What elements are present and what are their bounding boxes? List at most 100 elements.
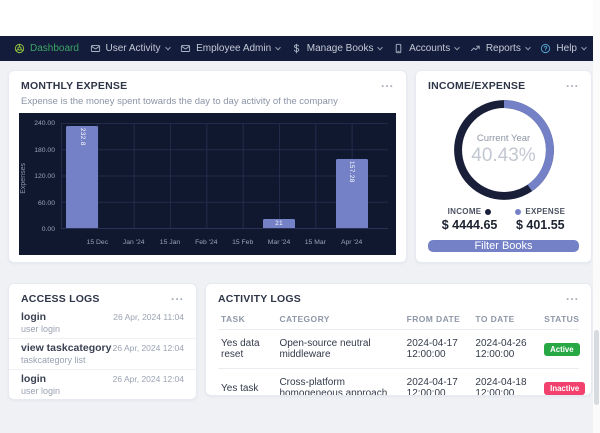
chart-plot-area: 232.8 21 157.28 (61, 123, 388, 229)
income-value: $ 4444.65 (442, 218, 498, 232)
nav-item-reports[interactable]: Reports (470, 43, 530, 54)
expense-bar-chart: Expenses 240.00180.00120.0060.000.00 232… (19, 113, 396, 255)
col-task: TASK (218, 310, 276, 330)
log-detail: user login (21, 386, 184, 396)
log-timestamp: 26 Apr, 2024 12:04 (113, 374, 184, 384)
expense-legend: EXPENSE $ 401.55 (515, 207, 565, 232)
nav-item-manage-books[interactable]: Manage Books (291, 43, 383, 54)
access-log-entry[interactable]: view taskcategory26 Apr, 2024 12:04taskc… (9, 339, 196, 370)
x-axis-labels: 15 DecJan '2415 JanFeb '2415 FebMar '241… (61, 239, 388, 251)
cell-category: Cross-platform homogeneous approach (276, 369, 403, 397)
filter-books-button[interactable]: Filter Books (428, 240, 579, 252)
nav-item-dashboard[interactable]: Dashboard (14, 43, 79, 54)
y-axis-tick: 60.00 (38, 200, 55, 207)
log-timestamp: 26 Apr, 2024 12:04 (113, 343, 184, 353)
card-header: INCOME/EXPENSE ... (416, 71, 591, 95)
x-axis-tick: 15 Feb (232, 239, 253, 246)
access-log-entry[interactable]: login 26 Apr, 2024 12:04 user login (9, 370, 196, 400)
card-header: ACTIVITY LOGS ... (206, 284, 591, 308)
chevron-down-icon (378, 44, 384, 50)
card-menu-button[interactable]: ... (566, 293, 579, 299)
nav-item-label: Help (556, 44, 577, 54)
cell-status: Active (541, 330, 579, 369)
y-axis-tick: 240.00 (34, 120, 55, 127)
bar-value-label: 232.8 (79, 128, 86, 146)
table-row[interactable]: Yes data resetOpen-source neutral middle… (218, 330, 579, 369)
mobile-icon (393, 43, 404, 54)
status-badge: Active (544, 343, 579, 356)
activity-logs-card: ACTIVITY LOGS ... TASK CATEGORY FROM DAT… (205, 283, 592, 396)
bar-apr-24[interactable]: 157.28 (336, 159, 368, 228)
bar-dec-23[interactable]: 232.8 (66, 126, 98, 228)
card-menu-button[interactable]: ... (566, 80, 579, 86)
bar-value-label: 157.28 (348, 161, 355, 183)
table-header-row: TASK CATEGORY FROM DATE TO DATE STATUS (218, 310, 579, 330)
x-axis-tick: Mar '24 (268, 239, 290, 246)
nav-item-user-activity[interactable]: User Activity (90, 43, 170, 54)
chevron-down-icon (165, 44, 171, 50)
col-to-date: TO DATE (472, 310, 541, 330)
nav-item-employee-admin[interactable]: Employee Admin (180, 43, 280, 54)
content-area: MONTHLY EXPENSE ... Expense is the money… (0, 61, 600, 433)
donut-legend: INCOME $ 4444.65 EXPENSE $ 401.55 (416, 207, 591, 232)
col-status: STATUS (541, 310, 579, 330)
nav-item-help[interactable]: Help (540, 43, 586, 54)
income-expense-card: INCOME/EXPENSE ... Current Year 40.43% I… (415, 70, 592, 263)
top-strip (0, 0, 600, 36)
col-category: CATEGORY (276, 310, 403, 330)
y-axis-title: Expenses (20, 163, 27, 194)
access-log-list: login26 Apr, 2024 11:04user loginview ta… (9, 308, 196, 400)
y-axis-labels: 240.00180.00120.0060.000.00 (27, 123, 55, 229)
cell-to-date: 2024-04-26 12:00:00 (472, 330, 541, 369)
nav-items: Dashboard User Activity Employee Admin Mana… (14, 43, 586, 54)
log-action: view taskcategory (21, 342, 111, 354)
income-expense-donut[interactable]: Current Year 40.43% (451, 97, 557, 203)
monthly-expense-title: MONTHLY EXPENSE (21, 80, 127, 92)
bar-mar-24[interactable]: 21 (263, 219, 295, 228)
x-axis-tick: 15 Jan (160, 239, 180, 246)
card-menu-button[interactable]: ... (171, 293, 184, 299)
activity-logs-table: TASK CATEGORY FROM DATE TO DATE STATUS Y… (218, 310, 579, 396)
scrollbar-thumb[interactable] (594, 330, 599, 405)
log-action: login (21, 373, 46, 385)
card-menu-button[interactable]: ... (381, 80, 394, 86)
status-badge: Inactive (544, 382, 585, 395)
income-dot (485, 209, 491, 215)
table-row[interactable]: Yes taskCross-platform homogeneous appro… (218, 369, 579, 397)
monthly-expense-card: MONTHLY EXPENSE ... Expense is the money… (8, 70, 407, 263)
cell-category: Open-source neutral middleware (276, 330, 403, 369)
y-axis-tick: 120.00 (34, 173, 55, 180)
x-axis-tick: Feb '24 (195, 239, 217, 246)
cell-status: Inactive (541, 369, 579, 397)
log-entry-header: view taskcategory26 Apr, 2024 12:04 (21, 342, 184, 354)
expense-dot (515, 209, 521, 215)
chevron-down-icon (525, 44, 531, 50)
card-header: MONTHLY EXPENSE ... (9, 71, 406, 95)
access-log-entry[interactable]: login26 Apr, 2024 11:04user login (9, 308, 196, 339)
log-entry-header: login26 Apr, 2024 11:04 (21, 311, 184, 323)
nav-item-accounts[interactable]: Accounts (393, 43, 459, 54)
chevron-down-icon (275, 44, 281, 50)
x-axis-tick: Jan '24 (123, 239, 145, 246)
log-detail: user login (21, 324, 184, 334)
gauge-icon (14, 43, 25, 54)
nav-item-label: Reports (486, 44, 521, 54)
donut-center: Current Year 40.43% (451, 97, 557, 203)
cell-to-date: 2024-04-18 12:00:00 (472, 369, 541, 397)
cell-task: Yes data reset (218, 330, 276, 369)
page-scrollbar[interactable] (593, 0, 600, 433)
bar-value-label: 21 (275, 220, 283, 227)
monthly-expense-subtitle: Expense is the money spent towards the d… (21, 96, 394, 107)
cell-from-date: 2024-04-17 12:00:00 (404, 330, 473, 369)
help-icon (540, 43, 551, 54)
mail-icon (90, 43, 101, 54)
cell-from-date: 2024-04-17 12:00:00 (404, 369, 473, 397)
nav-item-label: Manage Books (307, 44, 374, 54)
card-header: ACCESS LOGS ... (9, 284, 196, 308)
dollar-icon (291, 43, 302, 54)
income-expense-title: INCOME/EXPENSE (428, 80, 525, 92)
donut-center-label: Current Year (477, 133, 530, 144)
x-axis-tick: Apr '24 (341, 239, 362, 246)
main-navbar: Dashboard User Activity Employee Admin Mana… (0, 36, 600, 61)
col-from-date: FROM DATE (404, 310, 473, 330)
